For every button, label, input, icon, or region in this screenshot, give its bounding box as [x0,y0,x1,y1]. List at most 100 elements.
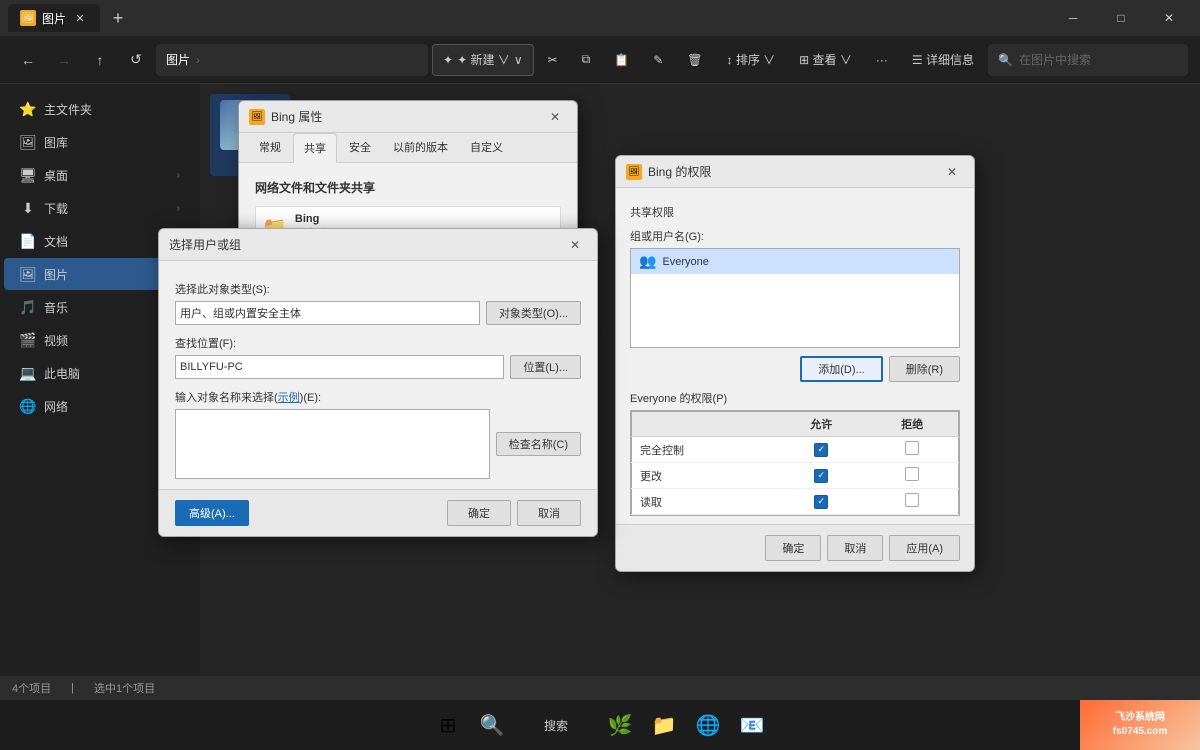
perms-ok-btn[interactable]: 确定 [765,535,821,561]
new-icon: ✦ [443,53,453,67]
window-controls: ─ □ ✕ [1050,2,1192,34]
perms-remove-btn[interactable]: 删除(R) [889,356,960,382]
sidebar-item-label: 主文件夹 [44,101,92,118]
perms-add-btn[interactable]: 添加(D)... [800,356,882,382]
tab-customize[interactable]: 自定义 [460,133,513,162]
location-btn[interactable]: 位置(L)... [510,355,581,379]
name-input[interactable] [175,409,490,479]
new-btn[interactable]: ✦ ✦ 新建 ∨ ∨ [432,44,534,76]
item-separator: | [71,682,74,694]
perms-close[interactable]: ✕ [940,162,964,182]
col-perm-name [632,412,776,437]
example-link[interactable]: 示例 [278,392,300,404]
tab-prev-versions[interactable]: 以前的版本 [383,133,458,162]
back-btn[interactable]: ← [12,44,44,76]
search-bar[interactable]: 🔍 在图片中搜索 [988,44,1188,76]
sidebar-item-label: 网络 [44,398,68,415]
select-user-title-bar: 选择用户或组 ✕ [159,229,597,261]
perm-name-1: 完全控制 [632,437,776,463]
sidebar-item-desktop[interactable]: 🖥 桌面 › [4,159,196,191]
advanced-btn[interactable]: 高级(A)... [175,500,249,526]
address-bar[interactable]: 图片 › [156,44,428,76]
forward-btn[interactable]: → [48,44,80,76]
sidebar-item-downloads[interactable]: ⬇ 下载 › [4,192,196,224]
sidebar-item-label: 图库 [44,134,68,151]
dialog-permissions: 🖼 Bing 的权限 ✕ 共享权限 组或用户名(G): 👥 Everyone 添… [615,155,975,572]
perm-allow-2[interactable]: ✓ [776,463,867,489]
perm-name-3: 读取 [632,489,776,515]
minimize-btn[interactable]: ─ [1050,2,1096,34]
perm-deny-2[interactable] [867,463,959,489]
select-user-close[interactable]: ✕ [563,235,587,255]
taskbar-icon-4[interactable]: 📧 [732,705,772,745]
perm-deny-1[interactable] [867,437,959,463]
paste-btn[interactable]: 📋 [604,44,639,76]
perms-user-name: Everyone [662,256,708,268]
perms-perm-area: Everyone 的权限(P) 允许 拒绝 完全控制 ✓ [630,390,960,516]
view-btn[interactable]: ⊞ 查看 ∨ [789,44,862,76]
sidebar-item-home[interactable]: ⭐ 主文件夹 [4,93,196,125]
maximize-btn[interactable]: □ [1098,2,1144,34]
perms-list-item-everyone[interactable]: 👥 Everyone [631,249,959,274]
sort-btn[interactable]: ↕ 排序 ∨ [717,44,786,76]
perms-title-bar: 🖼 Bing 的权限 ✕ [616,156,974,188]
sidebar-item-label: 视频 [44,332,68,349]
select-user-ok-btn[interactable]: 确定 [447,500,511,526]
select-user-footer-right: 确定 取消 [447,500,581,526]
expand-icon: › [177,203,180,214]
perm-allow-1[interactable]: ✓ [776,437,867,463]
refresh-btn[interactable]: ↺ [120,44,152,76]
desktop-icon: 🖥 [20,167,36,183]
delete-btn[interactable]: 🗑 [677,44,712,76]
watermark-line2: fs0745.com [1113,725,1167,739]
search-btn[interactable]: 🔍 [472,705,512,745]
start-btn[interactable]: ⊞ [428,705,468,745]
search-icon: 🔍 [998,53,1013,67]
more-btn[interactable]: ··· [866,44,898,76]
name-input-row: 检查名称(C) [175,409,581,479]
title-bar-tab[interactable]: 🖼 图片 ✕ [8,4,100,32]
taskbar-icon-3[interactable]: 🌐 [688,705,728,745]
perms-apply-btn[interactable]: 应用(A) [889,535,960,561]
selected-count: 选中1个项目 [94,680,155,696]
tab-general[interactable]: 常规 [249,133,291,162]
item-count: 4个项目 [12,680,51,696]
taskbar-icon-2[interactable]: 📁 [644,705,684,745]
select-user-cancel-btn[interactable]: 取消 [517,500,581,526]
documents-icon: 📄 [20,233,36,249]
videos-icon: 🎬 [20,332,36,348]
sidebar-item-label: 图片 [44,266,68,283]
check-names-btn[interactable]: 检查名称(C) [496,432,581,456]
object-type-btn[interactable]: 对象类型(O)... [486,301,581,325]
tab-label: 图片 [42,10,66,27]
perm-deny-3[interactable] [867,489,959,515]
bing-props-icon: 🖼 [249,109,265,125]
sidebar-item-gallery[interactable]: 🖼 图库 [4,126,196,158]
perm-allow-3[interactable]: ✓ [776,489,867,515]
taskbar-icon-1[interactable]: 🌿 [600,705,640,745]
location-input[interactable] [175,355,504,379]
watermark: 飞沙系统网 fs0745.com [1080,700,1200,750]
sidebar-item-label: 桌面 [44,167,68,184]
perms-title: Bing 的权限 [648,163,934,180]
new-tab-btn[interactable]: + [104,4,132,32]
perms-footer: 确定 取消 应用(A) [616,524,974,571]
tab-share[interactable]: 共享 [293,133,337,163]
copy-btn[interactable]: ⧉ [572,44,601,76]
col-allow: 允许 [776,412,867,437]
detail-btn[interactable]: ☰ 详细信息 [902,44,984,76]
close-btn[interactable]: ✕ [1146,2,1192,34]
tab-close-btn[interactable]: ✕ [72,10,88,26]
perms-actions: 添加(D)... 删除(R) [630,356,960,382]
perms-cancel-btn[interactable]: 取消 [827,535,883,561]
perms-users-list[interactable]: 👥 Everyone [630,248,960,348]
object-type-input[interactable] [175,301,480,325]
location-label: 查找位置(F): [175,335,581,351]
perms-table-wrapper: 允许 拒绝 完全控制 ✓ 更改 ✓ [630,410,960,516]
cut-btn[interactable]: ✂ [538,44,568,76]
up-btn[interactable]: ↑ [84,44,116,76]
tab-security[interactable]: 安全 [339,133,381,162]
rename-btn[interactable]: ✎ [643,44,673,76]
search-label[interactable]: 搜索 [516,705,596,745]
bing-props-close[interactable]: ✕ [543,107,567,127]
